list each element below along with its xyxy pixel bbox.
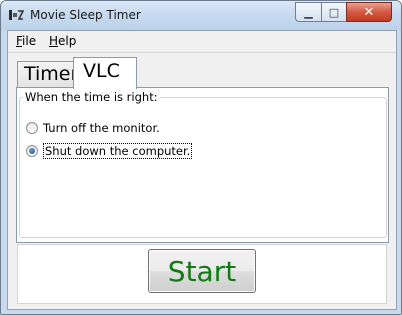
action-groupbox: When the time is right: Turn off the mon… — [19, 90, 387, 238]
window-title: Movie Sleep Timer — [30, 8, 141, 22]
title-bar[interactable]: Movie Sleep Timer ▁ □ ✕ — [1, 1, 401, 30]
minimize-button[interactable]: ▁ — [295, 2, 321, 22]
turn-off-monitor-label: Turn off the monitor. — [43, 121, 160, 135]
menu-help[interactable]: Help — [49, 34, 76, 48]
menu-file-rest: ile — [22, 34, 37, 48]
close-icon: ✕ — [363, 4, 375, 20]
groupbox-label: When the time is right: — [23, 90, 160, 104]
shut-down-computer-label: Shut down the computer. — [43, 143, 193, 159]
minimize-icon: ▁ — [304, 5, 313, 19]
turn-off-monitor-option[interactable]: Turn off the monitor. — [26, 121, 160, 135]
tab-vlc-label: VLC — [83, 60, 120, 82]
tab-timer[interactable]: Timer — [17, 61, 78, 88]
turn-off-monitor-radio[interactable] — [26, 122, 38, 134]
menu-help-rest: elp — [58, 34, 77, 48]
menu-bar: File Help — [8, 31, 396, 53]
maximize-icon: □ — [328, 5, 340, 19]
shut-down-computer-radio[interactable] — [26, 145, 38, 157]
start-button[interactable]: Start — [148, 249, 256, 293]
app-icon — [9, 10, 24, 20]
menu-help-accel: H — [49, 34, 59, 48]
menu-file[interactable]: File — [16, 34, 36, 48]
client-area: File Help Timer VLC When the time is rig… — [7, 30, 397, 310]
tab-vlc[interactable]: VLC — [73, 57, 137, 89]
app-window: Movie Sleep Timer ▁ □ ✕ File Help Timer … — [0, 0, 402, 315]
bottom-panel: Start — [17, 244, 387, 304]
maximize-button[interactable]: □ — [321, 2, 346, 22]
tab-timer-label: Timer — [24, 63, 79, 85]
shut-down-computer-option[interactable]: Shut down the computer. — [26, 143, 193, 159]
vlc-tab-panel: When the time is right: Turn off the mon… — [16, 87, 389, 243]
close-button[interactable]: ✕ — [346, 2, 392, 22]
